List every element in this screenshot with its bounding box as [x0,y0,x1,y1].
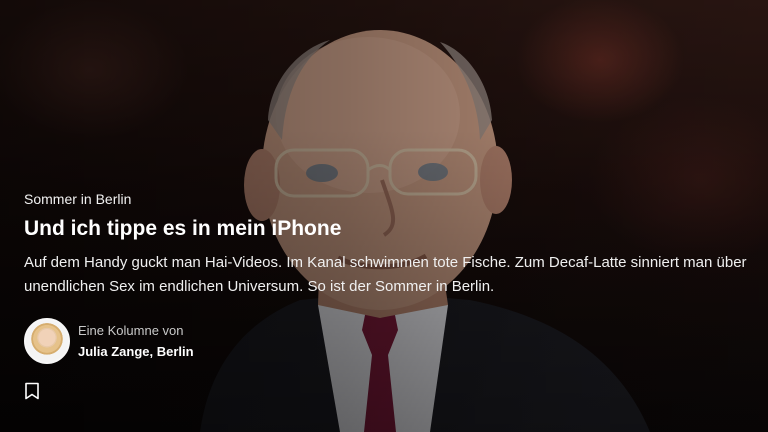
headline-link[interactable]: Und ich tippe es in mein iPhone [24,216,754,242]
kicker[interactable]: Sommer in Berlin [24,190,131,208]
article-teaser-hero[interactable]: Sommer in Berlin Und ich tippe es in mei… [0,0,768,432]
author-byline[interactable]: Eine Kolumne von Julia Zange, Berlin [24,318,194,364]
author-name[interactable]: Julia Zange, Berlin [78,343,194,361]
teaser-content: Sommer in Berlin Und ich tippe es in mei… [24,190,754,299]
author-text: Eine Kolumne von Julia Zange, Berlin [78,322,194,361]
teaser-text: Auf dem Handy guckt man Hai-Videos. Im K… [24,254,747,295]
author-avatar[interactable] [24,318,70,364]
author-prefix: Eine Kolumne von [78,322,184,338]
bookmark-icon[interactable] [24,382,40,400]
